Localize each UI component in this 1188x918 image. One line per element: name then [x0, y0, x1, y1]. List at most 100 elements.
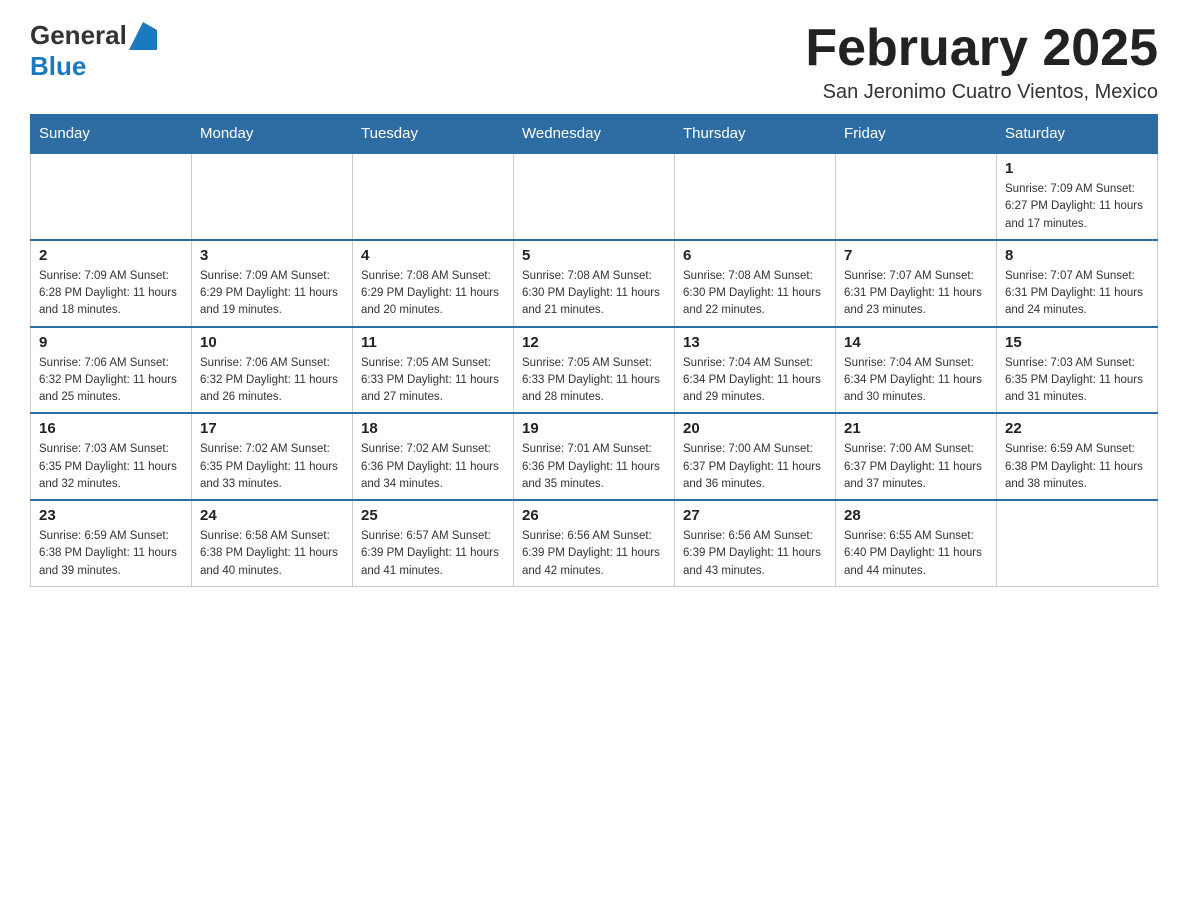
calendar-cell: 28 Sunrise: 6:55 AM Sunset: 6:40 PM Dayli… [836, 500, 997, 586]
column-header-wednesday: Wednesday [514, 115, 675, 154]
day-number: 6 [683, 247, 827, 264]
day-number: 7 [844, 247, 988, 264]
calendar-cell: 7 Sunrise: 7:07 AM Sunset: 6:31 PM Daylig… [836, 240, 997, 327]
calendar-cell [675, 153, 836, 240]
column-header-saturday: Saturday [997, 115, 1158, 154]
day-info: Sunrise: 7:04 AM Sunset: 6:34 PM Dayligh… [683, 355, 827, 407]
calendar-cell: 8Sunrise: 7:07 AM Sunset: 6:31 PM Daylig… [997, 240, 1158, 327]
calendar-week-2: 2Sunrise: 7:09 AM Sunset: 6:28 PM Daylig… [31, 240, 1158, 327]
day-info: Sunrise: 7:08 AM Sunset: 6:30 PM Dayligh… [522, 268, 666, 320]
day-info: Sunrise: 7:06 AM Sunset: 6:32 PM Dayligh… [200, 355, 344, 407]
calendar-cell: 16 Sunrise: 7:03 AM Sunset: 6:35 PM Dayli… [31, 413, 192, 500]
day-number: 16 [39, 420, 183, 437]
calendar-cell: 12 Sunrise: 7:05 AM Sunset: 6:33 PM Dayli… [514, 327, 675, 414]
day-number: 19 [522, 420, 666, 437]
day-number: 12 [522, 334, 666, 351]
column-header-thursday: Thursday [675, 115, 836, 154]
day-number: 4 [361, 247, 505, 264]
logo-general-text: General [30, 20, 127, 51]
day-info: Sunrise: 7:06 AM Sunset: 6:32 PM Dayligh… [39, 355, 183, 407]
calendar-cell [836, 153, 997, 240]
calendar-cell [192, 153, 353, 240]
day-info: Sunrise: 7:03 AM Sunset: 6:35 PM Dayligh… [39, 441, 183, 493]
day-number: 5 [522, 247, 666, 264]
day-info: Sunrise: 7:08 AM Sunset: 6:30 PM Dayligh… [683, 268, 827, 320]
calendar-cell: 5 Sunrise: 7:08 AM Sunset: 6:30 PM Daylig… [514, 240, 675, 327]
calendar-cell [997, 500, 1158, 586]
logo-icon [129, 22, 157, 50]
day-info: Sunrise: 6:55 AM Sunset: 6:40 PM Dayligh… [844, 528, 988, 580]
calendar-cell [514, 153, 675, 240]
day-info: Sunrise: 7:00 AM Sunset: 6:37 PM Dayligh… [683, 441, 827, 493]
calendar-cell: 22 Sunrise: 6:59 AM Sunset: 6:38 PM Dayli… [997, 413, 1158, 500]
day-info: Sunrise: 7:05 AM Sunset: 6:33 PM Dayligh… [522, 355, 666, 407]
calendar-cell: 4 Sunrise: 7:08 AM Sunset: 6:29 PM Daylig… [353, 240, 514, 327]
page-header: General Blue February 2025 San Jeronimo … [30, 20, 1158, 104]
day-info: Sunrise: 7:02 AM Sunset: 6:35 PM Dayligh… [200, 441, 344, 493]
day-number: 18 [361, 420, 505, 437]
day-number: 24 [200, 507, 344, 524]
day-number: 25 [361, 507, 505, 524]
calendar-cell: 18Sunrise: 7:02 AM Sunset: 6:36 PM Dayli… [353, 413, 514, 500]
day-info: Sunrise: 6:59 AM Sunset: 6:38 PM Dayligh… [39, 528, 183, 580]
calendar-week-4: 16 Sunrise: 7:03 AM Sunset: 6:35 PM Dayli… [31, 413, 1158, 500]
calendar-cell [353, 153, 514, 240]
logo-blue-text: Blue [30, 51, 86, 82]
calendar-cell: 26 Sunrise: 6:56 AM Sunset: 6:39 PM Dayli… [514, 500, 675, 586]
day-info: Sunrise: 7:09 AM Sunset: 6:29 PM Dayligh… [200, 268, 344, 320]
calendar-cell: 11Sunrise: 7:05 AM Sunset: 6:33 PM Dayli… [353, 327, 514, 414]
calendar-cell: 10 Sunrise: 7:06 AM Sunset: 6:32 PM Dayli… [192, 327, 353, 414]
location-title: San Jeronimo Cuatro Vientos, Mexico [805, 81, 1158, 104]
day-number: 15 [1005, 334, 1149, 351]
day-info: Sunrise: 6:59 AM Sunset: 6:38 PM Dayligh… [1005, 441, 1149, 493]
day-number: 10 [200, 334, 344, 351]
day-info: Sunrise: 7:09 AM Sunset: 6:28 PM Dayligh… [39, 268, 183, 320]
day-info: Sunrise: 6:56 AM Sunset: 6:39 PM Dayligh… [522, 528, 666, 580]
title-section: February 2025 San Jeronimo Cuatro Viento… [805, 20, 1158, 104]
column-header-friday: Friday [836, 115, 997, 154]
calendar-cell: 13 Sunrise: 7:04 AM Sunset: 6:34 PM Dayli… [675, 327, 836, 414]
calendar-cell: 25 Sunrise: 6:57 AM Sunset: 6:39 PM Dayli… [353, 500, 514, 586]
day-number: 17 [200, 420, 344, 437]
calendar-cell: 15 Sunrise: 7:03 AM Sunset: 6:35 PM Dayli… [997, 327, 1158, 414]
calendar-week-5: 23 Sunrise: 6:59 AM Sunset: 6:38 PM Dayli… [31, 500, 1158, 586]
day-number: 3 [200, 247, 344, 264]
day-info: Sunrise: 6:57 AM Sunset: 6:39 PM Dayligh… [361, 528, 505, 580]
day-number: 23 [39, 507, 183, 524]
day-number: 13 [683, 334, 827, 351]
calendar-cell: 23 Sunrise: 6:59 AM Sunset: 6:38 PM Dayli… [31, 500, 192, 586]
day-info: Sunrise: 7:03 AM Sunset: 6:35 PM Dayligh… [1005, 355, 1149, 407]
day-number: 26 [522, 507, 666, 524]
day-info: Sunrise: 7:01 AM Sunset: 6:36 PM Dayligh… [522, 441, 666, 493]
calendar-cell: 1 Sunrise: 7:09 AM Sunset: 6:27 PM Daylig… [997, 153, 1158, 240]
day-info: Sunrise: 6:56 AM Sunset: 6:39 PM Dayligh… [683, 528, 827, 580]
day-number: 1 [1005, 160, 1149, 177]
calendar-cell: 21 Sunrise: 7:00 AM Sunset: 6:37 PM Dayli… [836, 413, 997, 500]
calendar-cell: 6 Sunrise: 7:08 AM Sunset: 6:30 PM Daylig… [675, 240, 836, 327]
day-info: Sunrise: 7:07 AM Sunset: 6:31 PM Dayligh… [844, 268, 988, 320]
day-number: 22 [1005, 420, 1149, 437]
day-info: Sunrise: 6:58 AM Sunset: 6:38 PM Dayligh… [200, 528, 344, 580]
day-number: 21 [844, 420, 988, 437]
calendar-week-3: 9 Sunrise: 7:06 AM Sunset: 6:32 PM Daylig… [31, 327, 1158, 414]
day-info: Sunrise: 7:08 AM Sunset: 6:29 PM Dayligh… [361, 268, 505, 320]
month-title: February 2025 [805, 20, 1158, 77]
column-header-tuesday: Tuesday [353, 115, 514, 154]
day-info: Sunrise: 7:04 AM Sunset: 6:34 PM Dayligh… [844, 355, 988, 407]
day-number: 20 [683, 420, 827, 437]
calendar-cell: 14Sunrise: 7:04 AM Sunset: 6:34 PM Dayli… [836, 327, 997, 414]
day-info: Sunrise: 7:00 AM Sunset: 6:37 PM Dayligh… [844, 441, 988, 493]
day-number: 9 [39, 334, 183, 351]
column-header-sunday: Sunday [31, 115, 192, 154]
calendar-cell: 3 Sunrise: 7:09 AM Sunset: 6:29 PM Daylig… [192, 240, 353, 327]
day-number: 28 [844, 507, 988, 524]
calendar-cell [31, 153, 192, 240]
day-number: 8 [1005, 247, 1149, 264]
column-header-monday: Monday [192, 115, 353, 154]
logo: General Blue [30, 20, 157, 82]
day-info: Sunrise: 7:09 AM Sunset: 6:27 PM Dayligh… [1005, 181, 1149, 233]
calendar-cell: 27 Sunrise: 6:56 AM Sunset: 6:39 PM Dayli… [675, 500, 836, 586]
day-number: 27 [683, 507, 827, 524]
calendar-header-row: SundayMondayTuesdayWednesdayThursdayFrid… [31, 115, 1158, 154]
calendar-table: SundayMondayTuesdayWednesdayThursdayFrid… [30, 114, 1158, 587]
